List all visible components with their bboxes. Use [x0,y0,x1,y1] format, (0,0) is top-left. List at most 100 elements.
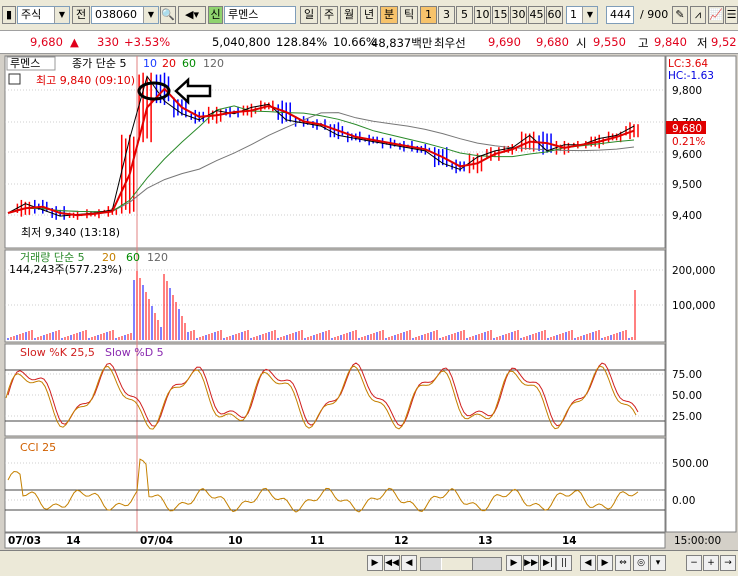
chart-type-icon[interactable]: ▮ [2,6,16,24]
x-tick-label: 10 [228,535,243,547]
speaker-icon[interactable]: ◀▾ [178,6,206,24]
scroll-track[interactable] [420,557,502,571]
count-total: / 900 [640,8,669,21]
interval-tab[interactable]: 30 [510,6,527,24]
high-price: 9,840 [654,35,687,49]
y-tick-9500: 9,500 [672,179,702,191]
prev-button[interactable]: 전 [72,6,90,24]
cci-tick-500: 500.00 [672,458,709,470]
ma-period-60: 60 [182,57,196,70]
interval-value: 1 [570,8,577,21]
ask-price: 9,690 [488,35,521,49]
open-label: 시 [576,36,587,50]
stoch-d-title: Slow %D 5 [105,346,164,359]
ma-period-20: 20 [162,57,176,70]
vol-tick-200000: 200,000 [672,265,715,277]
period-tab[interactable]: 년 [360,6,378,24]
zoom-out-icon[interactable]: ◀ [580,555,596,571]
x-tick-label: 07/03 [8,535,41,547]
bid-price: 9,680 [536,35,569,49]
ma-period-10: 10 [143,57,157,70]
end-icon[interactable]: ▶| [540,555,556,571]
rewind-icon[interactable]: ◀◀ [384,555,400,571]
tools-icon[interactable]: ✎ [672,6,688,24]
x-tick-label: 14 [562,535,577,547]
settings-icon[interactable]: ☰ [725,6,738,24]
lock-icon[interactable]: ◎ [633,555,649,571]
period-tab[interactable]: 주 [320,6,338,24]
chevron-down-icon: ▼ [582,7,597,23]
vol-ma-60: 60 [126,251,140,264]
pause-icon[interactable]: || [556,555,572,571]
interval-tab[interactable]: 10 [474,6,491,24]
open-price: 9,550 [593,35,626,49]
forward-icon[interactable]: ▶ [506,555,522,571]
play-icon[interactable]: ▶ [367,555,383,571]
scroll-thumb[interactable] [441,558,473,570]
cci-tick-0: 0.00 [672,495,695,507]
stoch-tick-50: 50.00 [672,390,702,402]
stock-name-field[interactable]: 루멘스 [224,6,296,24]
back-icon[interactable]: ◀ [401,555,417,571]
stoch-k-title: Slow %K 25,5 [20,346,95,359]
chart-scrollbar[interactable]: ▶ ◀◀ ◀ ▶ ▶▶ ▶| || ◀ ▶ ⇔ ◎ ▾ − + → [0,550,738,576]
quote-bar: 9,680 ▲ 330 +3.53% 5,040,800 128.84% 10.… [0,31,738,54]
fit-icon[interactable]: ⇔ [615,555,631,571]
cci-panel[interactable] [4,437,666,533]
ma-label: 종가 단순 5 [72,57,126,70]
line-chart-icon[interactable]: 📈 [708,6,724,24]
low-price: 9,52 [711,35,737,49]
table-icon[interactable] [8,73,21,85]
change-pct: +3.53% [124,35,171,49]
search-icon[interactable]: 🔍 [160,6,176,24]
interval-tab[interactable]: 45 [528,6,545,24]
interval-tab[interactable]: 5 [456,6,473,24]
interval-tab[interactable]: 60 [546,6,563,24]
cci-title: CCI 25 [20,441,56,454]
market-label: 주식 [21,8,42,21]
zoom-in-icon[interactable]: ▶ [597,555,613,571]
stoch-tick-25: 25.00 [672,411,702,423]
chevron-down-icon: ▼ [143,7,158,23]
count-input[interactable]: 444 [606,6,634,24]
lc-label: LC:3.64 [668,58,708,70]
ma-period-120: 120 [203,57,224,70]
interval-tab[interactable]: 1 [420,6,437,24]
new-badge: 신 [208,6,223,24]
last-price: 9,680 [672,123,702,135]
y-tick-9600: 9,600 [672,149,702,161]
compare-chart-icon[interactable]: ⩘ [690,6,706,24]
interval-input[interactable]: 1 ▼ [566,6,598,24]
stoch-panel-header: Slow %K 25,5 Slow %D 5 [20,346,164,359]
plus-icon[interactable]: + [703,555,719,571]
market-select[interactable]: 주식 ▼ [17,6,70,24]
high-note: 최고 9,840 (09:10) [36,74,135,87]
stock-chart[interactable]: 루멘스 종가 단순 5 10 20 60 120 최고 9,840 (09:10… [0,54,738,550]
minus-icon[interactable]: − [686,555,702,571]
interval-tab[interactable]: 3 [438,6,455,24]
arrow-right-icon[interactable]: → [720,555,736,571]
volume-value: 5,040,800 [212,35,271,49]
stoch-tick-75: 75.00 [672,369,702,381]
period-tab[interactable]: 틱 [400,6,418,24]
stoch-panel[interactable] [4,343,666,437]
stock-code: 038060 [95,8,137,21]
change-value: 330 [97,35,119,49]
toolbar: ▮ 주식 ▼ 전 038060 ▼ 🔍 ◀▾ 신 루멘스 일주월년분틱 1 3 5 10 1… [0,0,738,31]
volume-ratio: 128.84% [276,35,328,49]
y-tick-9400: 9,400 [672,210,702,222]
low-label: 저 [697,36,708,50]
last-pct: 0.21% [672,136,705,148]
stock-code-input[interactable]: 038060 ▼ [91,6,159,24]
period-tab[interactable]: 일 [300,6,318,24]
hc-label: HC:-1.63 [668,70,714,82]
low-note: 최저 9,340 (13:18) [21,226,120,239]
period-tab[interactable]: 분 [380,6,398,24]
period-tab[interactable]: 월 [340,6,358,24]
x-tick-label: 14 [66,535,81,547]
x-tick-label: 11 [310,535,325,547]
x-tick-label: 12 [394,535,409,547]
fast-forward-icon[interactable]: ▶▶ [523,555,539,571]
interval-tab[interactable]: 15 [492,6,509,24]
collapse-icon[interactable]: ▾ [650,555,666,571]
